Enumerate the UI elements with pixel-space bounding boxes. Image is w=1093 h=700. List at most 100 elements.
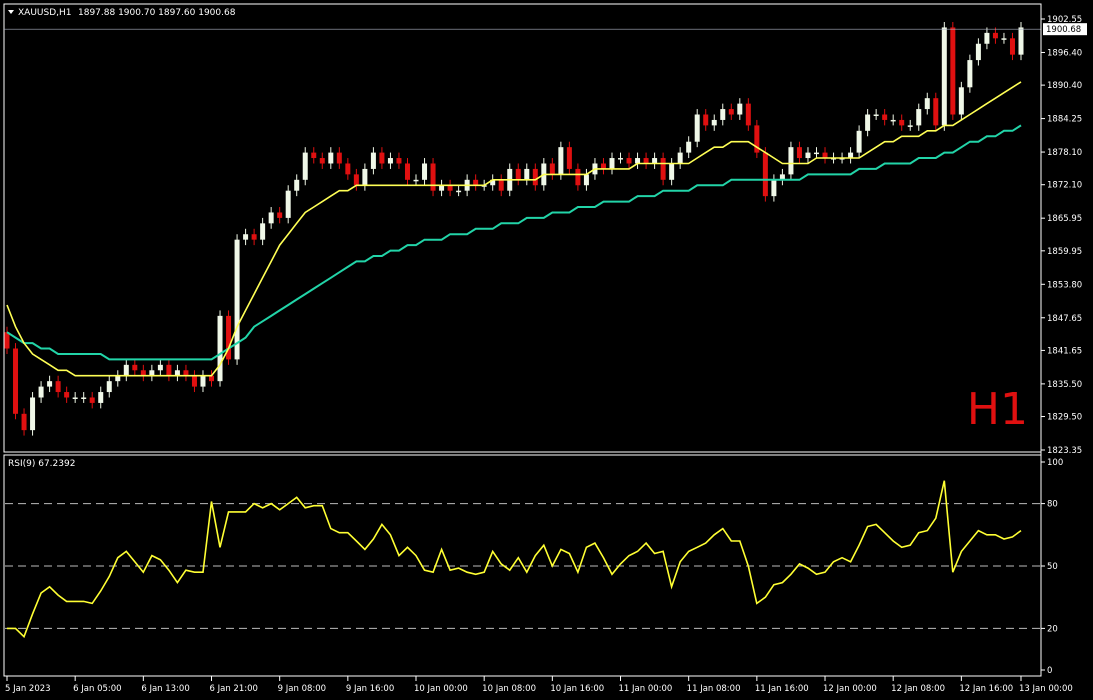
candle-bear	[626, 158, 632, 164]
candle-bull	[686, 141, 692, 153]
candle-bull	[1018, 27, 1024, 55]
candle-bull	[413, 179, 419, 182]
candle-bull	[98, 392, 104, 403]
candle-bull	[813, 152, 819, 155]
candle-bear	[473, 179, 479, 186]
candle-bull	[106, 381, 112, 393]
candle-bull	[669, 163, 675, 180]
candle-bull	[81, 397, 87, 399]
candle-bear	[1009, 38, 1015, 55]
rsi-tick-label: 50	[1047, 562, 1058, 572]
candle-bear	[660, 158, 666, 180]
candle-bear	[575, 168, 581, 186]
rsi-tick-label: 100	[1047, 458, 1063, 468]
ohlc-values: 1897.88 1900.70 1897.60 1900.68	[78, 8, 236, 18]
candle-bull	[856, 130, 862, 153]
candle-bear	[21, 413, 27, 431]
candle-bull	[47, 381, 53, 387]
price-tick-label: 1829.50	[1047, 413, 1082, 423]
current-price-label: 1900.68	[1046, 25, 1081, 35]
price-tick-label: 1872.10	[1047, 181, 1082, 191]
time-tick-label: 13 Jan 00:00	[1019, 684, 1073, 694]
candle-bear	[899, 119, 905, 126]
price-tick-label: 1823.35	[1047, 446, 1082, 456]
candle-bull	[924, 98, 930, 110]
candle-bear	[796, 147, 802, 159]
candle-bull	[370, 152, 376, 169]
candle-bear	[345, 163, 351, 175]
candle-bear	[643, 158, 649, 164]
candle-bear	[396, 158, 402, 164]
candle-bull	[941, 27, 947, 126]
candle-bear	[566, 147, 572, 169]
candle-bear	[728, 109, 734, 115]
candle-bull	[200, 375, 206, 387]
candle-bull	[583, 174, 589, 186]
candle-bear	[132, 364, 138, 371]
price-tick-label: 1878.10	[1047, 148, 1082, 158]
candle-bull	[865, 114, 871, 131]
candle-bear	[762, 152, 768, 197]
candle-bear	[191, 375, 197, 387]
time-tick-label: 6 Jan 05:00	[73, 684, 121, 694]
candle-bull	[967, 60, 973, 88]
time-tick-label: 6 Jan 21:00	[210, 684, 258, 694]
price-tick-label: 1884.25	[1047, 115, 1082, 125]
candle-bear	[13, 348, 19, 414]
price-tick-label: 1890.40	[1047, 81, 1082, 91]
candle-bull	[609, 158, 615, 169]
candle-bear	[532, 168, 538, 186]
candle-bull	[694, 114, 700, 142]
time-tick-label: 11 Jan 08:00	[687, 684, 741, 694]
candle-bull	[217, 315, 223, 382]
time-tick-label: 12 Jan 16:00	[959, 684, 1013, 694]
candle-bull	[328, 152, 334, 164]
candle-bear	[745, 103, 751, 126]
candle-bull	[115, 375, 121, 382]
candle-bull	[720, 109, 726, 120]
candle-bear	[404, 163, 410, 180]
price-tick-label: 1859.95	[1047, 247, 1082, 257]
candle-bull	[652, 158, 658, 164]
candle-bear	[430, 163, 436, 191]
candle-bull	[805, 152, 811, 159]
candle-bull	[873, 114, 879, 117]
candle-bear	[55, 381, 61, 393]
candle-bear	[336, 152, 342, 164]
time-tick-label: 9 Jan 08:00	[278, 684, 326, 694]
candle-bull	[524, 168, 530, 180]
price-tick-label: 1841.65	[1047, 346, 1082, 356]
candle-bull	[788, 147, 794, 175]
candle-bear	[166, 364, 172, 376]
candle-bull	[302, 152, 308, 180]
time-tick-label: 12 Jan 08:00	[891, 684, 945, 694]
candle-bear	[549, 163, 555, 175]
time-tick-label: 12 Jan 00:00	[823, 684, 877, 694]
candle-bear	[4, 332, 10, 349]
symbol-title: XAUUSD,H1	[18, 8, 72, 18]
candle-bull	[916, 109, 922, 126]
candle-bear	[209, 375, 215, 382]
time-tick-label: 6 Jan 13:00	[141, 684, 189, 694]
candle-bull	[975, 43, 981, 61]
candle-bull	[294, 179, 300, 191]
time-tick-label: 10 Jan 08:00	[482, 684, 536, 694]
candle-bull	[890, 119, 896, 122]
candle-bear	[992, 32, 998, 39]
candle-bear	[703, 114, 709, 126]
candle-bull	[907, 125, 913, 127]
candle-bull	[1001, 38, 1007, 40]
time-tick-label: 10 Jan 00:00	[414, 684, 468, 694]
time-tick-label: 9 Jan 16:00	[346, 684, 394, 694]
candle-bear	[311, 152, 317, 159]
trading-chart[interactable]: XAUUSD,H1 1897.88 1900.70 1897.60 1900.6…	[0, 0, 1093, 700]
candle-bear	[277, 212, 283, 218]
candle-bull	[737, 103, 743, 115]
candle-bear	[515, 168, 521, 180]
rsi-tick-label: 0	[1047, 666, 1052, 676]
timeframe-badge: H1	[967, 384, 1028, 435]
price-tick-label: 1847.65	[1047, 314, 1082, 324]
candle-bull	[72, 397, 78, 399]
candle-bull	[285, 190, 291, 218]
price-tick-label: 1865.95	[1047, 214, 1082, 224]
